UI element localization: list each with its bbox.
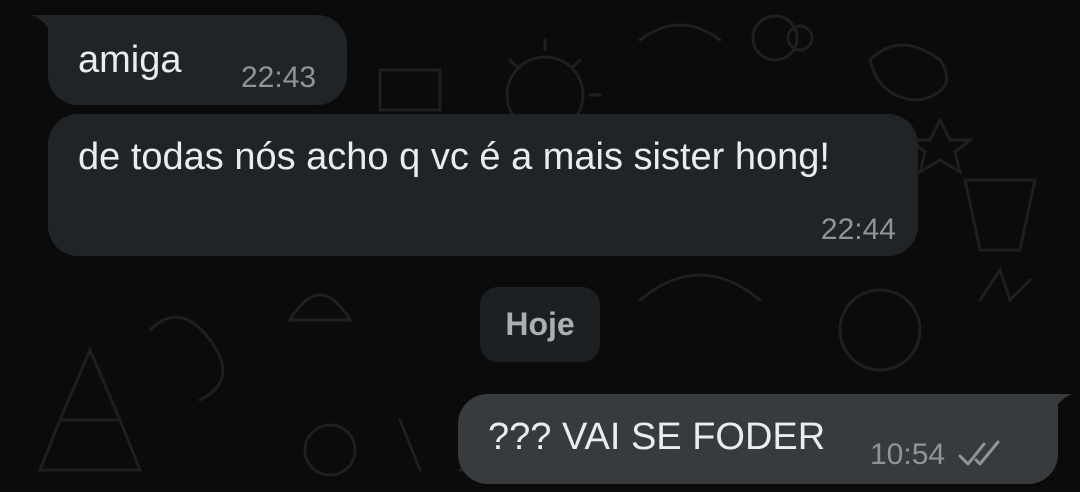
message-timestamp: 22:44: [820, 213, 896, 246]
message-text: amiga: [78, 39, 182, 81]
date-separator: Hoje: [480, 287, 600, 362]
incoming-message-bubble[interactable]: amiga 22:43: [48, 15, 347, 105]
message-timestamp: 22:43: [241, 61, 317, 94]
incoming-message-bubble[interactable]: de todas nós acho q vc é a mais sister h…: [48, 114, 918, 256]
outgoing-bubble-tail: [1052, 394, 1072, 414]
outgoing-message-bubble[interactable]: ??? VAI SE FODER 10:54: [458, 394, 1058, 484]
double-check-icon: [958, 440, 1000, 466]
message-text: de todas nós acho q vc é a mais sister h…: [78, 136, 830, 178]
message-text: ??? VAI SE FODER: [488, 416, 826, 458]
message-timestamp: 10:54: [870, 438, 946, 471]
